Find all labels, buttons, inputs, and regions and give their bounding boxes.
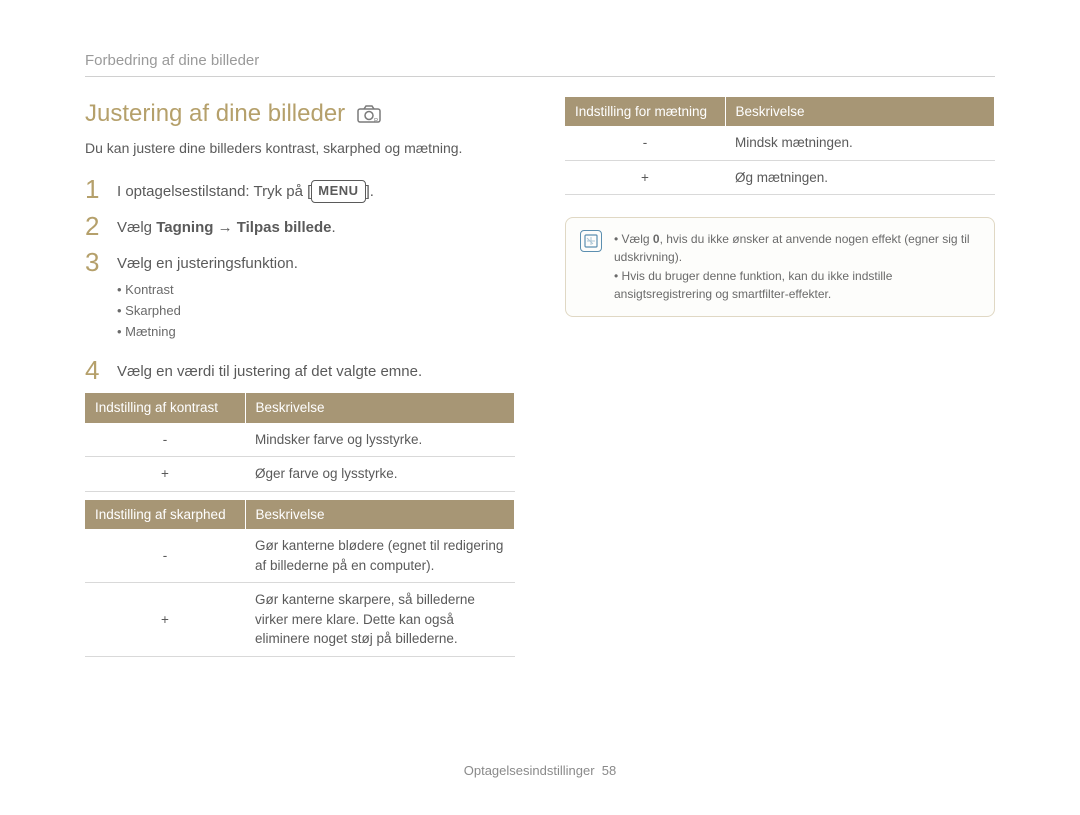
note-bold: 0 (653, 232, 660, 246)
menu-button-label: MENU (311, 180, 365, 203)
step-number: 4 (85, 357, 103, 383)
page-title: Justering af dine billeder (85, 97, 345, 132)
table-kontrast: Indstilling af kontrast Beskrivelse - Mi… (85, 393, 515, 492)
step-text: Vælg (117, 219, 156, 236)
table-cell: + (565, 160, 725, 195)
note-text: Vælg (622, 232, 653, 246)
table-cell: - (85, 423, 245, 457)
table-maetning: Indstilling for mætning Beskrivelse - Mi… (565, 97, 995, 196)
step-4: 4 Vælg en værdi til justering af det val… (85, 357, 515, 383)
table-header: Indstilling af skarphed (85, 500, 245, 530)
left-column: Justering af dine billeder P Du kan just… (85, 97, 515, 657)
table-row: + Gør kanterne skarpere, så billederne v… (85, 583, 515, 657)
step-text: Vælg en værdi til justering af det valgt… (117, 363, 422, 380)
step-number: 3 (85, 249, 103, 347)
table-cell: - (565, 126, 725, 160)
right-column: Indstilling for mætning Beskrivelse - Mi… (565, 97, 995, 657)
table-row: + Øger farve og lysstyrke. (85, 457, 515, 492)
note-icon (580, 230, 602, 252)
table-cell: Øger farve og lysstyrke. (245, 457, 515, 492)
table-cell: - (85, 529, 245, 583)
step-bold: Tagning → Tilpas billede (156, 219, 331, 236)
step-2: 2 Vælg Tagning → Tilpas billede. (85, 213, 515, 239)
table-cell: Gør kanterne skarpere, så billederne vir… (245, 583, 515, 657)
table-cell: Mindsk mætningen. (725, 126, 995, 160)
table-skarphed: Indstilling af skarphed Beskrivelse - Gø… (85, 500, 515, 657)
table-row: - Gør kanterne blødere (egnet til redige… (85, 529, 515, 583)
table-header: Beskrivelse (725, 97, 995, 127)
bullet-item: Skarphed (117, 301, 298, 322)
divider (85, 76, 995, 77)
note-item: Hvis du bruger denne funktion, kan du ik… (614, 267, 980, 304)
step-text: Vælg en justeringsfunktion. (117, 255, 298, 272)
table-row: + Øg mætningen. (565, 160, 995, 195)
step-text: I optagelsestilstand: Tryk på [ (117, 183, 311, 200)
bullet-item: Mætning (117, 322, 298, 343)
step-3-bullets: Kontrast Skarphed Mætning (117, 274, 298, 347)
step-1: 1 I optagelsestilstand: Tryk på [MENU]. (85, 176, 515, 203)
table-cell: Øg mætningen. (725, 160, 995, 195)
note-text: , hvis du ikke ønsker at anvende nogen e… (614, 232, 970, 263)
table-header: Beskrivelse (245, 500, 515, 530)
step-number: 2 (85, 213, 103, 239)
table-cell: + (85, 457, 245, 492)
table-row: - Mindsk mætningen. (565, 126, 995, 160)
camera-icon: P (357, 105, 381, 123)
step-text: ]. (366, 183, 374, 200)
breadcrumb: Forbedring af dine billeder (85, 50, 995, 72)
note-list: Vælg 0, hvis du ikke ønsker at anvende n… (614, 230, 980, 304)
bullet-item: Kontrast (117, 280, 298, 301)
note-item: Vælg 0, hvis du ikke ønsker at anvende n… (614, 230, 980, 267)
note-text: Hvis du bruger denne funktion, kan du ik… (614, 269, 892, 300)
step-3: 3 Vælg en justeringsfunktion. Kontrast S… (85, 249, 515, 347)
step-text: . (332, 219, 336, 236)
svg-text:P: P (374, 119, 378, 124)
note-box: Vælg 0, hvis du ikke ønsker at anvende n… (565, 217, 995, 317)
step-number: 1 (85, 176, 103, 203)
footer-page: 58 (602, 763, 616, 778)
table-cell: Mindsker farve og lysstyrke. (245, 423, 515, 457)
footer: Optagelsesindstillinger 58 (0, 762, 1080, 781)
table-header: Indstilling for mætning (565, 97, 725, 127)
table-cell: + (85, 583, 245, 657)
intro-text: Du kan justere dine billeders kontrast, … (85, 138, 515, 158)
table-cell: Gør kanterne blødere (egnet til redigeri… (245, 529, 515, 583)
table-row: - Mindsker farve og lysstyrke. (85, 423, 515, 457)
table-header: Indstilling af kontrast (85, 393, 245, 423)
table-header: Beskrivelse (245, 393, 515, 423)
footer-label: Optagelsesindstillinger (464, 763, 595, 778)
